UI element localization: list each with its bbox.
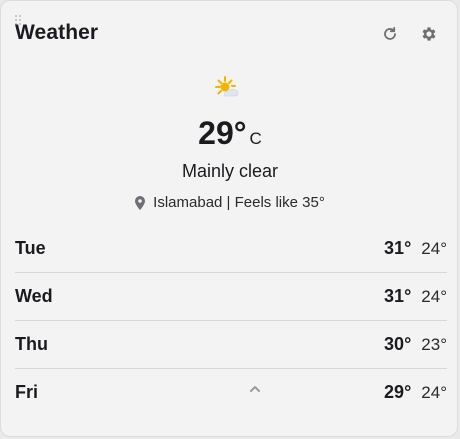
widget-title: Weather xyxy=(15,21,99,44)
temperature-value: 29° xyxy=(198,115,247,151)
forecast-list: Tue 31° 24° Wed 31° 24° Thu 30° 23° Fri xyxy=(15,225,447,416)
forecast-low: 23° xyxy=(421,335,447,354)
forecast-day: Wed xyxy=(15,286,53,306)
forecast-day: Fri xyxy=(15,382,39,402)
forecast-low: 24° xyxy=(421,287,447,306)
chevron-up-icon[interactable] xyxy=(249,384,261,394)
forecast-high: 31° xyxy=(384,286,412,306)
forecast-high: 31° xyxy=(384,238,412,258)
forecast-high: 30° xyxy=(384,334,412,354)
refresh-button[interactable] xyxy=(379,23,401,45)
settings-button[interactable] xyxy=(418,23,440,45)
forecast-day: Thu xyxy=(15,334,48,354)
forecast-low: 24° xyxy=(421,239,447,258)
location-text: Islamabad | Feels like 35° xyxy=(153,194,325,211)
forecast-temps: 31° 24° xyxy=(384,286,447,307)
temperature-unit: C xyxy=(249,129,262,148)
forecast-high: 29° xyxy=(384,382,412,402)
forecast-row[interactable]: Tue 31° 24° xyxy=(15,225,447,273)
refresh-icon xyxy=(384,26,396,40)
forecast-low: 24° xyxy=(421,383,447,402)
forecast-day: Tue xyxy=(15,238,46,258)
forecast-row[interactable]: Thu 30° 23° xyxy=(15,321,447,369)
weather-condition: Mainly clear xyxy=(181,161,279,181)
forecast-row[interactable]: Wed 31° 24° xyxy=(15,273,447,321)
forecast-row[interactable]: Fri 29° 24° xyxy=(15,369,447,416)
forecast-temps: 30° 23° xyxy=(384,334,447,355)
partly-sunny-icon xyxy=(215,76,239,97)
location-pin-icon xyxy=(135,195,146,210)
weather-widget: Weather 29° C Mainly clear Islamabad | F… xyxy=(0,0,458,437)
location-row: Islamabad | Feels like 35° xyxy=(1,194,457,211)
forecast-temps: 31° 24° xyxy=(384,238,447,259)
forecast-temps: 29° 24° xyxy=(384,382,447,403)
current-temperature: 29° C xyxy=(1,115,457,152)
gear-icon xyxy=(422,27,436,41)
